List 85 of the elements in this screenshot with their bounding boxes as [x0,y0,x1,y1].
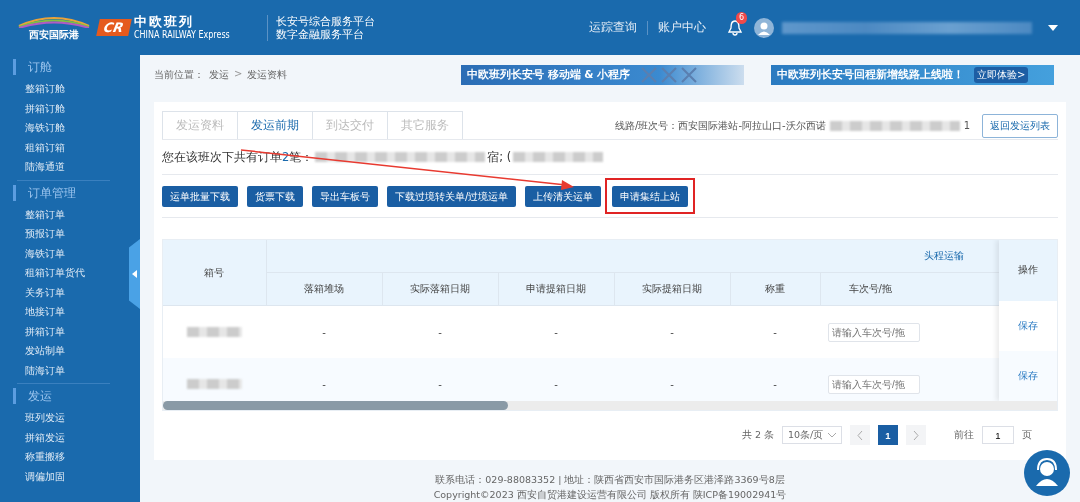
sidebar-item[interactable]: 拼箱订单 [25,321,65,341]
footer-text: Copyright©2023 西安自贸港建设运营有限公司 版权所有 陕ICP备19002941号 [433,488,787,502]
chevron-down-icon [828,432,836,438]
platform-title: 数字金融服务平台 [276,27,366,41]
cr-logo: CR [96,19,132,36]
column-header: 操作 [999,240,1057,302]
horizontal-scrollbar[interactable] [163,401,1057,411]
table-cell: - [614,305,730,359]
sidebar-section-title[interactable]: 订舱 [13,59,140,75]
nav-link[interactable]: 运踪查询 [579,19,647,36]
cr-subtitle: CHINA RAILWAY Express [133,29,230,40]
cr-title: 中欧班列 [133,15,195,29]
notification-badge: 6 [736,11,748,24]
route-tail: 1 [963,120,970,132]
route-label: 线路/班次号：西安国际港站-阿拉山口-沃尔西诺 [615,118,826,133]
page-size-select[interactable]: 10条/页 [782,426,842,445]
total-count: 共 2 条 [741,428,774,442]
breadcrumb-item[interactable]: 发运 [209,67,229,82]
page-button[interactable]: 1 [878,425,898,446]
banner-cta[interactable]: 立即体验> [974,66,1029,83]
action-button[interactable]: 下载过境转关单/过境运单 [387,186,517,208]
support-button[interactable] [1024,450,1070,496]
action-button[interactable]: 运单批量下载 [162,186,238,208]
action-button[interactable]: 上传清关运单 [525,186,602,208]
chevron-right-icon [913,430,919,440]
blurred-text [187,327,242,338]
sidebar-item[interactable]: 拼箱订舱 [25,98,65,118]
collapse-arrow-icon [132,270,137,278]
logo-text: 西安国际港 [29,27,79,42]
sidebar-item[interactable]: 班列发运 [25,408,65,428]
sidebar-item[interactable]: 拼箱发运 [25,427,65,447]
sidebar-item[interactable]: 关务订单 [25,282,65,302]
bell-icon[interactable] [728,19,742,36]
back-button[interactable]: 返回发运列表 [982,113,1058,138]
page-unit: 页 [1022,428,1032,442]
action-button[interactable]: 申请集结上站 [612,186,689,208]
platform-title: 长安号综合服务平台 [276,14,376,28]
action-button[interactable]: 导出车板号 [312,186,378,208]
sidebar-item[interactable]: 调偏加固 [25,466,65,486]
sidebar-section-title[interactable]: 发运 [13,388,140,404]
column-header: 实际落箱日期 [382,272,498,306]
sidebar-item[interactable]: 租箱订箱 [25,137,65,157]
table-cell: - [498,305,614,359]
breadcrumb-item[interactable]: 发运资料 [247,67,288,82]
sidebar-item[interactable]: 地接订单 [25,302,65,322]
footer-text: 联系电话：029-88083352 | 地址：陕西省西安市国际港务区港泽路3369号8层 [435,473,785,487]
table-cell: - [730,305,820,359]
banner-text: 中欧班列长安号 移动端 & 小程序 [467,67,631,82]
table-cell: - [382,305,498,359]
sidebar-item[interactable]: 发站制单 [25,341,65,361]
sidebar-item[interactable]: 称重搬移 [25,447,65,467]
sidebar-section-title[interactable]: 订单管理 [13,184,140,201]
column-header: 落箱堆场 [266,272,382,306]
chevron-left-icon [857,430,863,440]
breadcrumb-separator: > [234,67,243,81]
banner-text: 中欧班列长安号回程新增线路上线啦！ [777,67,964,82]
save-link[interactable]: 保存 [1018,369,1038,384]
action-button[interactable]: 货票下载 [247,186,303,208]
sidebar-item[interactable]: 租箱订单货代 [25,263,85,283]
column-header: 申请提箱日期 [498,272,614,306]
caret-icon[interactable] [1048,24,1058,31]
column-header: 实际提箱日期 [614,272,730,306]
sidebar-item[interactable]: 陆海通道 [25,157,65,177]
sidebar-item[interactable]: 整箱订舱 [25,79,65,99]
sidebar-item[interactable]: 预报订单 [25,224,65,244]
avatar-icon[interactable] [754,17,774,38]
goto-label: 前往 [954,428,974,442]
save-link[interactable]: 保存 [1018,319,1038,334]
scrollbar-thumb[interactable] [163,401,508,411]
sidebar-item[interactable]: 整箱订单 [25,204,65,224]
promo-banner[interactable]: 中欧班列长安号回程新增线路上线啦！ 立即体验> [771,64,1054,85]
column-header: 箱号 [163,240,266,306]
input-field[interactable]: 请输入车次号/拖 [828,374,920,394]
input-field[interactable]: 请输入车次号/拖 [828,322,920,342]
column-header: 称重 [730,272,820,306]
table-cell: - [266,305,382,359]
page-input[interactable]: 1 [982,426,1014,445]
sidebar-item[interactable]: 海铁订舱 [25,118,65,138]
nav-link[interactable]: 账户中心 [648,19,716,36]
blurred-text [187,379,242,390]
sidebar-item[interactable]: 海铁订单 [25,243,65,263]
promo-banner[interactable]: 中欧班列长安号 移动端 & 小程序 [461,64,744,85]
sidebar-item[interactable]: 陆海订单 [25,360,65,380]
breadcrumb-label: 当前位置： [154,67,204,82]
summary-fragment: 宿; ( [487,149,512,165]
